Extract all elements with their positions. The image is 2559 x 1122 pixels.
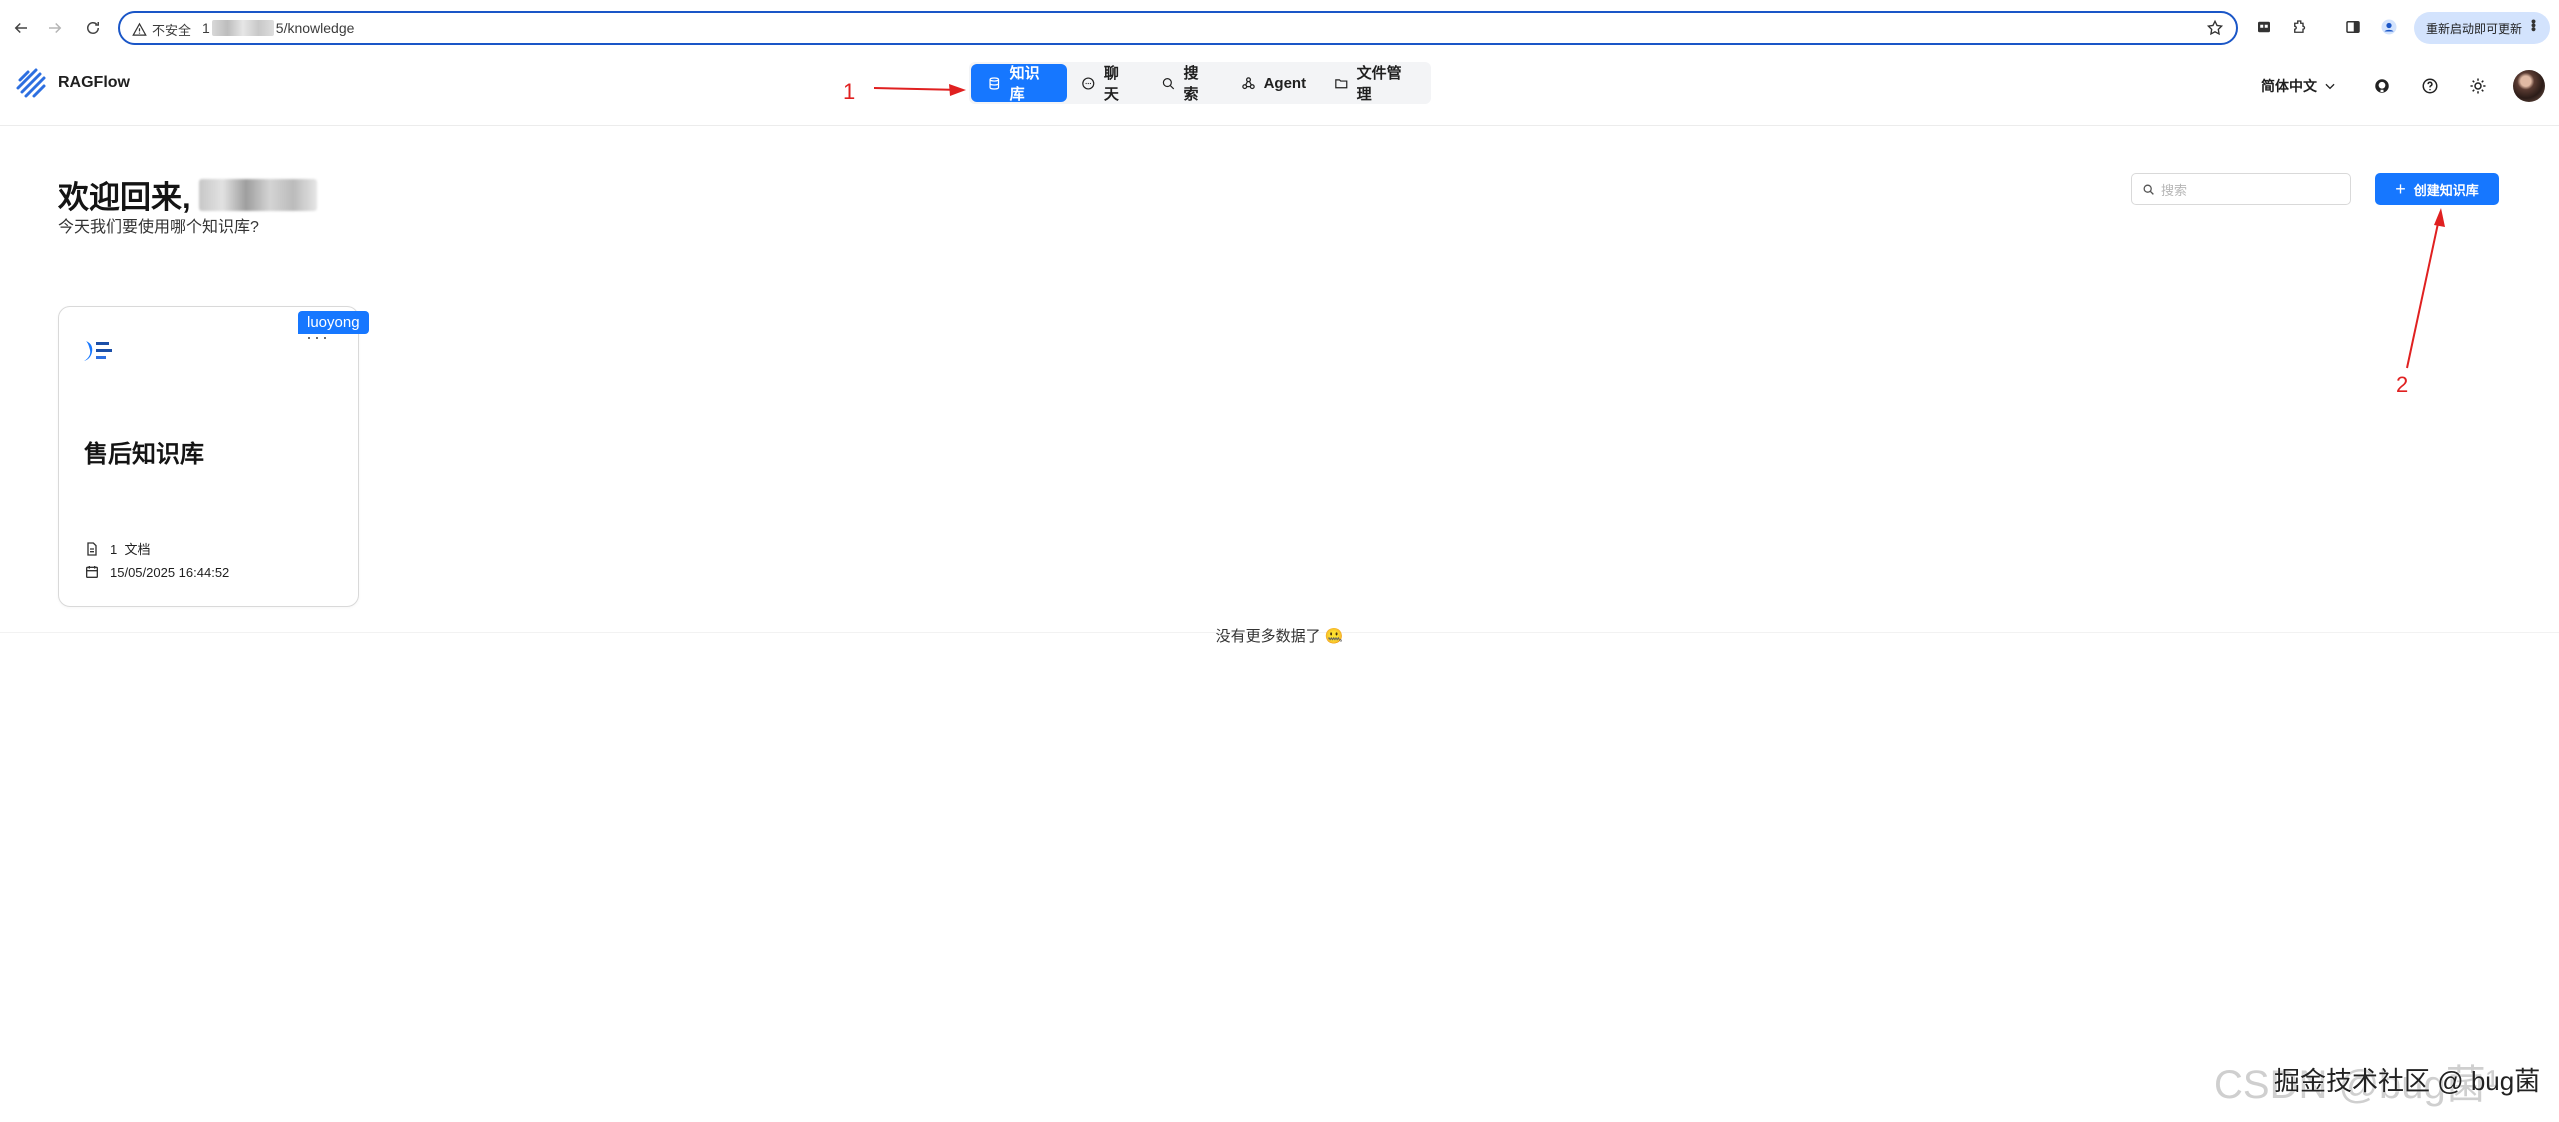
address-bar[interactable]: 不安全 1 5/knowledge <box>118 11 2238 45</box>
arrowhead-2 <box>2434 208 2445 227</box>
nav-label: 聊天 <box>1103 65 1119 103</box>
nav-agent[interactable]: Agent <box>1227 64 1321 102</box>
watermark: 掘金技术社区 @ bug菌 <box>2274 1066 2541 1096</box>
github-icon <box>2375 79 2389 93</box>
extensions-button[interactable] <box>2289 16 2311 38</box>
chevron-down-icon <box>2325 83 2335 90</box>
nav-search[interactable]: 搜索 <box>1147 64 1227 103</box>
end-of-list-text: 没有更多数据了 🤐 <box>1215 628 1344 645</box>
doc-unit: 文档 <box>124 542 151 557</box>
plus-icon: + <box>2395 179 2406 199</box>
search-placeholder: 搜索 <box>2161 182 2188 198</box>
nav-label: 搜索 <box>1183 65 1199 103</box>
update-label: 重新启动即可更新 <box>2426 21 2523 36</box>
reload-icon <box>87 22 99 34</box>
nav-chat[interactable]: 聊天 <box>1067 64 1147 103</box>
calendar-icon <box>86 566 98 578</box>
github-button[interactable] <box>2369 73 2395 99</box>
knowledge-base-logo-icon <box>84 341 112 361</box>
redacted-host <box>211 20 274 36</box>
search-icon <box>2143 184 2154 195</box>
arrow-left-icon <box>14 22 27 34</box>
help-button[interactable] <box>2417 73 2443 99</box>
welcome-heading: 欢迎回来, <box>58 172 317 217</box>
page-subtitle: 今天我们要使用哪个知识库? <box>58 219 259 236</box>
forward-button[interactable] <box>42 15 68 41</box>
bookmark-star-icon[interactable] <box>2206 19 2224 37</box>
chat-icon <box>1082 76 1095 90</box>
date-text: 15/05/2025 16:44:52 <box>110 564 230 580</box>
doc-count: 1 <box>110 542 118 557</box>
annotation-arrows <box>873 84 2445 369</box>
url-text: 1 5/knowledge <box>202 20 354 36</box>
url-prefix: 1 <box>202 20 210 36</box>
help-circle-icon <box>2422 78 2438 94</box>
side-panel-icon <box>2346 21 2360 33</box>
theme-toggle[interactable] <box>2465 73 2491 99</box>
language-selector[interactable]: 简体中文 <box>2261 76 2337 96</box>
knowledge-base-title: 售后知识库 <box>84 441 204 468</box>
user-avatar[interactable] <box>2513 70 2545 102</box>
redacted-username <box>198 178 317 211</box>
browser-toolbar: 不安全 1 5/knowledge 重新启动即可更新 ••• <box>0 0 2559 56</box>
extension-app-icon <box>2258 21 2270 33</box>
side-panel-button[interactable] <box>2342 16 2364 38</box>
menu-dots-icon[interactable]: ••• <box>2526 19 2542 31</box>
reload-button[interactable] <box>80 15 106 41</box>
ragflow-logo-icon <box>16 68 46 98</box>
file-icon <box>87 541 97 556</box>
search-input[interactable]: 搜索 <box>2131 173 2351 205</box>
language-label: 简体中文 <box>2261 78 2317 94</box>
puzzle-icon <box>2294 20 2306 33</box>
search-icon <box>1162 77 1175 89</box>
annotation-number-2: 2 <box>2396 372 2409 397</box>
security-indicator[interactable]: 不安全 <box>132 20 191 39</box>
sun-icon <box>2470 78 2486 94</box>
app-name: RAGFlow <box>58 74 130 91</box>
arrow-right-icon <box>49 22 62 34</box>
back-button[interactable] <box>8 15 34 41</box>
welcome-text: 欢迎回来, <box>58 180 191 215</box>
create-label: 创建知识库 <box>2413 182 2479 198</box>
extension-button[interactable] <box>2253 16 2275 38</box>
document-count: 1 文档 <box>84 539 150 558</box>
update-button[interactable]: 重新启动即可更新 ••• <box>2414 12 2550 44</box>
profile-button[interactable] <box>2378 16 2400 38</box>
security-label: 不安全 <box>152 23 192 38</box>
nav-label: Agent <box>1263 74 1307 92</box>
more-options-icon[interactable]: ··· <box>306 328 330 346</box>
created-date: 15/05/2025 16:44:52 <box>84 564 229 580</box>
nav-label: 文件管理 <box>1356 65 1402 103</box>
database-icon <box>989 76 1000 90</box>
folder-icon <box>1335 78 1348 88</box>
annotation-arrow-2 <box>2406 213 2441 369</box>
header-actions: 简体中文 <box>2261 70 2545 102</box>
create-knowledge-base-button[interactable]: + 创建知识库 <box>2375 173 2499 205</box>
profile-icon <box>2381 19 2397 35</box>
url-path: 5/knowledge <box>275 20 355 36</box>
nav-label: 知识库 <box>1009 65 1040 103</box>
app-logo[interactable]: RAGFlow <box>14 66 130 100</box>
main-nav: 知识库 聊天 搜索 Agent 文件管理 <box>969 62 1431 104</box>
app-header: RAGFlow 知识库 聊天 搜索 Agent 文件管理 简体中文 <box>0 56 2559 126</box>
annotation-number-1: 1 <box>843 79 856 104</box>
agent-icon <box>1241 76 1255 89</box>
warning-icon <box>132 22 147 36</box>
nav-knowledge-base[interactable]: 知识库 <box>971 64 1068 103</box>
nav-file-management[interactable]: 文件管理 <box>1320 64 1429 103</box>
